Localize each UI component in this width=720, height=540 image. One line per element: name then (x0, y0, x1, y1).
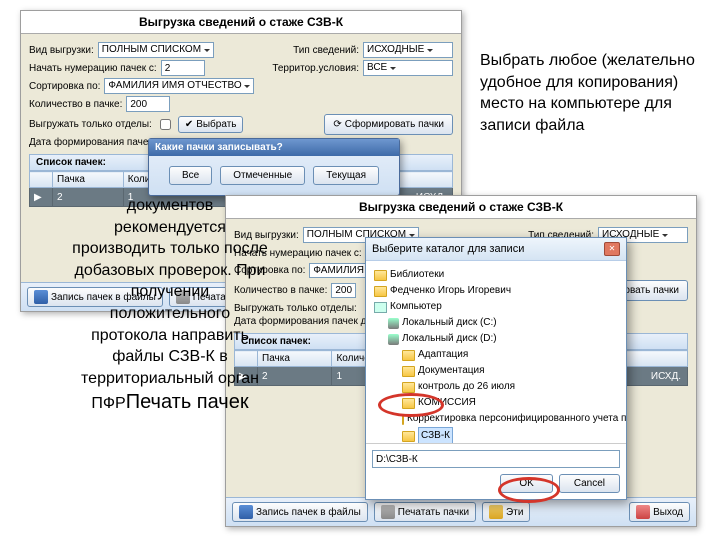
col-arrow (30, 172, 53, 188)
exit-button[interactable]: Выход (629, 502, 690, 522)
chevron-down-icon (390, 67, 396, 70)
generate-button[interactable]: ⟳ Сформировать пачки (324, 114, 453, 135)
path-input[interactable] (372, 450, 620, 468)
chevron-down-icon (662, 234, 668, 237)
chevron-down-icon (204, 49, 210, 52)
caption-top-right: Выбрать любое (желательно удобное для ко… (480, 50, 700, 136)
label-qty: Количество в пачке: (29, 99, 122, 110)
tree-item[interactable]: Корректировка персонифицированного учета… (374, 411, 618, 427)
folder-tree[interactable]: Библиотеки Федченко Игорь Игоревич Компь… (366, 261, 626, 443)
label-vid: Вид выгрузки: (29, 45, 94, 56)
label-only-dept: Выгружать только отделы: (29, 119, 152, 130)
tree-item[interactable]: Библиотеки (374, 267, 618, 283)
toolbar-2: Запись пачек в файлы Печатать пачки Эти … (226, 497, 696, 526)
ok-button[interactable]: OK (500, 474, 552, 493)
tree-item[interactable]: Локальный диск (C:) (374, 315, 618, 331)
tree-item[interactable]: Адаптация (374, 347, 618, 363)
checkbox-only-dept[interactable] (160, 119, 171, 130)
all-button[interactable]: Все (169, 166, 212, 185)
qty-val-2: 200 (331, 283, 356, 298)
tree-item[interactable]: Локальный диск (D:) (374, 331, 618, 347)
current-button[interactable]: Текущая (313, 166, 379, 185)
chevron-down-icon (244, 85, 250, 88)
label-num-start: Начать нумерацию пачек с: (29, 63, 157, 74)
folder-icon (402, 350, 415, 361)
packs-dialog: Какие пачки записывать? Все Отмеченные Т… (148, 138, 400, 196)
label-button-2[interactable]: Эти (482, 502, 530, 522)
disk-icon (388, 318, 399, 329)
folder-dialog-title: Выберите каталог для записи ✕ (366, 238, 626, 261)
label-tip: Тип сведений: (293, 45, 359, 56)
window-title: Выгрузка сведений о стаже СЗВ-К (21, 11, 461, 34)
input-qty[interactable] (126, 96, 170, 112)
folder-icon (402, 366, 415, 377)
folder-dialog: Выберите каталог для записи ✕ Библиотеки… (365, 237, 627, 500)
caption-left: документов рекомендуется производить тол… (70, 195, 270, 416)
label-sort: Сортировка по: (29, 81, 100, 92)
save-packs-button-2[interactable]: Запись пачек в файлы (232, 502, 368, 522)
window-title-2: Выгрузка сведений о стаже СЗВ-К (226, 196, 696, 219)
tree-item[interactable]: КОМИССИЯ (374, 395, 618, 411)
label-terr: Территор.условия: (272, 63, 359, 74)
tree-item[interactable]: Документация (374, 363, 618, 379)
select-vid[interactable]: ПОЛНЫМ СПИСКОМ (98, 42, 214, 58)
exit-icon (636, 505, 650, 519)
folder-icon (402, 382, 415, 393)
save-icon (239, 505, 253, 519)
computer-icon (374, 302, 387, 313)
tree-item[interactable]: контроль до 26 июля (374, 379, 618, 395)
folder-icon (402, 398, 415, 409)
select-tip[interactable]: ИСХОДНЫЕ (363, 42, 453, 58)
folder-icon (402, 414, 404, 425)
close-icon[interactable]: ✕ (604, 242, 620, 256)
marked-button[interactable]: Отмеченные (220, 166, 305, 185)
disk-icon (388, 334, 399, 345)
cancel-button[interactable]: Cancel (559, 474, 620, 493)
packs-dialog-title: Какие пачки записывать? (149, 139, 399, 156)
tree-item[interactable]: Компьютер (374, 299, 618, 315)
folder-icon (402, 431, 415, 442)
save-icon (34, 290, 48, 304)
user-icon (374, 286, 387, 297)
chevron-down-icon (427, 49, 433, 52)
select-terr[interactable]: ВСЕ (363, 60, 453, 76)
tree-item[interactable]: Федченко Игорь Игоревич (374, 283, 618, 299)
tag-icon (489, 505, 503, 519)
tree-item-selected[interactable]: СЗВ-К (374, 427, 618, 443)
col-pack[interactable]: Пачка (53, 172, 124, 188)
print-icon (381, 505, 395, 519)
select-sort[interactable]: ФАМИЛИЯ ИМЯ ОТЧЕСТВО (104, 78, 254, 94)
print-packs-button-2[interactable]: Печатать пачки (374, 502, 476, 522)
select-dept-button[interactable]: ✔ Выбрать (178, 116, 244, 133)
input-num-start[interactable] (161, 60, 205, 76)
library-icon (374, 270, 387, 281)
